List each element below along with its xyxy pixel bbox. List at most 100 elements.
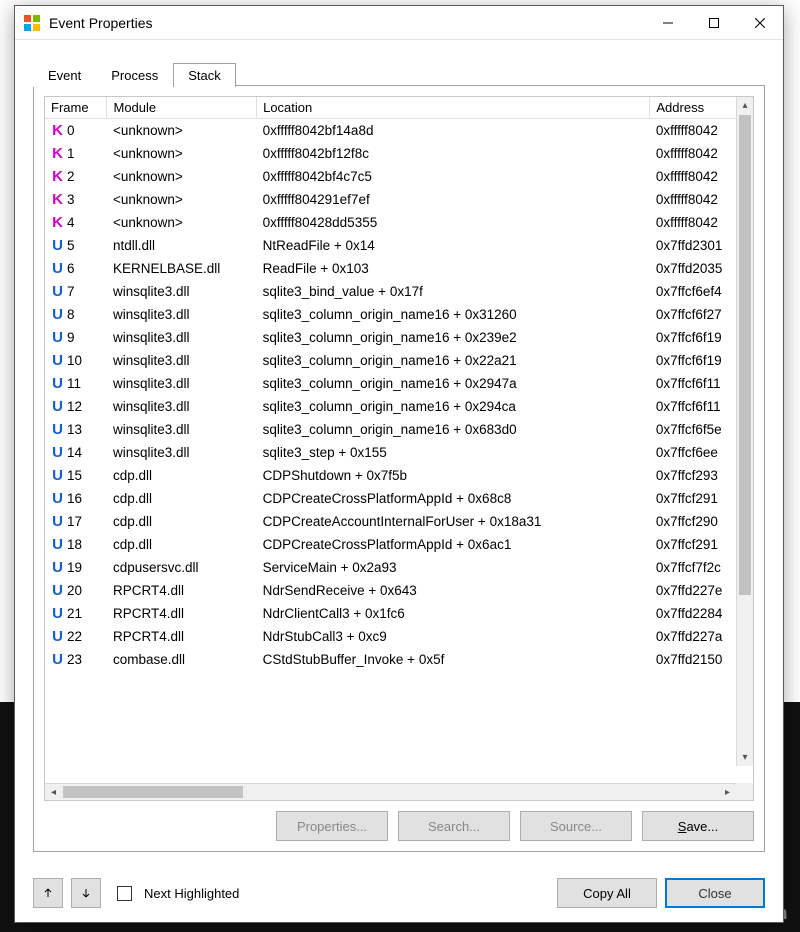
tab-process[interactable]: Process	[96, 63, 173, 87]
location-cell: sqlite3_column_origin_name16 + 0x22a21	[257, 349, 650, 372]
minimize-button[interactable]	[645, 6, 691, 39]
table-row[interactable]: K2<unknown>0xfffff8042bf4c7c50xfffff8042	[45, 165, 753, 188]
kernel-mode-icon: K	[51, 145, 64, 162]
tab-stack[interactable]: Stack	[173, 63, 236, 87]
col-header-frame[interactable]: Frame	[45, 97, 107, 119]
table-row[interactable]: U9winsqlite3.dllsqlite3_column_origin_na…	[45, 326, 753, 349]
table-row[interactable]: U23combase.dllCStdStubBuffer_Invoke + 0x…	[45, 648, 753, 671]
kernel-mode-icon: K	[51, 214, 64, 231]
frame-number: 16	[67, 491, 82, 506]
table-row[interactable]: U15cdp.dllCDPShutdown + 0x7f5b0x7ffcf293	[45, 464, 753, 487]
next-event-button[interactable]	[71, 878, 101, 908]
tab-event[interactable]: Event	[33, 63, 96, 87]
copy-all-button[interactable]: Copy All	[557, 878, 657, 908]
vertical-scrollbar[interactable]: ▴ ▾	[736, 97, 753, 766]
table-row[interactable]: U5ntdll.dllNtReadFile + 0x140x7ffd2301	[45, 234, 753, 257]
col-header-module[interactable]: Module	[107, 97, 257, 119]
table-row[interactable]: U16cdp.dllCDPCreateCrossPlatformAppId + …	[45, 487, 753, 510]
scroll-down-icon[interactable]: ▾	[737, 749, 753, 766]
module-cell: RPCRT4.dll	[107, 602, 257, 625]
scroll-up-icon[interactable]: ▴	[737, 97, 753, 114]
col-header-location[interactable]: Location	[257, 97, 650, 119]
frame-number: 0	[67, 123, 75, 138]
module-cell: winsqlite3.dll	[107, 418, 257, 441]
frame-number: 19	[67, 560, 82, 575]
next-highlighted-checkbox[interactable]	[117, 886, 132, 901]
location-cell: sqlite3_bind_value + 0x17f	[257, 280, 650, 303]
table-row[interactable]: K1<unknown>0xfffff8042bf12f8c0xfffff8042	[45, 142, 753, 165]
module-cell: ntdll.dll	[107, 234, 257, 257]
location-cell: sqlite3_column_origin_name16 + 0x2947a	[257, 372, 650, 395]
frame-number: 18	[67, 537, 82, 552]
hscroll-thumb[interactable]	[63, 786, 243, 798]
user-mode-icon: U	[51, 237, 64, 254]
location-cell: sqlite3_step + 0x155	[257, 441, 650, 464]
table-row[interactable]: U8winsqlite3.dllsqlite3_column_origin_na…	[45, 303, 753, 326]
frame-number: 6	[67, 261, 75, 276]
table-row[interactable]: U10winsqlite3.dllsqlite3_column_origin_n…	[45, 349, 753, 372]
frame-number: 15	[67, 468, 82, 483]
frame-number: 8	[67, 307, 75, 322]
table-row[interactable]: U14winsqlite3.dllsqlite3_step + 0x1550x7…	[45, 441, 753, 464]
frame-number: 14	[67, 445, 82, 460]
table-row[interactable]: U7winsqlite3.dllsqlite3_bind_value + 0x1…	[45, 280, 753, 303]
module-cell: KERNELBASE.dll	[107, 257, 257, 280]
frame-number: 10	[67, 353, 82, 368]
user-mode-icon: U	[51, 582, 64, 599]
user-mode-icon: U	[51, 651, 64, 668]
user-mode-icon: U	[51, 444, 64, 461]
location-cell: sqlite3_column_origin_name16 + 0x294ca	[257, 395, 650, 418]
table-row[interactable]: U17cdp.dllCDPCreateAccountInternalForUse…	[45, 510, 753, 533]
table-row[interactable]: U12winsqlite3.dllsqlite3_column_origin_n…	[45, 395, 753, 418]
module-cell: <unknown>	[107, 119, 257, 143]
frame-number: 12	[67, 399, 82, 414]
location-cell: CDPCreateCrossPlatformAppId + 0x6ac1	[257, 533, 650, 556]
frame-number: 21	[67, 606, 82, 621]
location-cell: CDPShutdown + 0x7f5b	[257, 464, 650, 487]
module-cell: <unknown>	[107, 188, 257, 211]
table-row[interactable]: U22RPCRT4.dllNdrStubCall3 + 0xc90x7ffd22…	[45, 625, 753, 648]
scroll-thumb[interactable]	[739, 115, 751, 595]
stack-tab-panel: Frame Module Location Address K0<unknown…	[33, 85, 765, 852]
search-button: Search...	[398, 811, 510, 841]
save-button[interactable]: Save...	[642, 811, 754, 841]
table-row[interactable]: K0<unknown>0xfffff8042bf14a8d0xfffff8042	[45, 119, 753, 143]
location-cell: NdrSendReceive + 0x643	[257, 579, 650, 602]
table-row[interactable]: K4<unknown>0xfffff80428dd53550xfffff8042	[45, 211, 753, 234]
close-window-button[interactable]	[737, 6, 783, 39]
table-row[interactable]: U13winsqlite3.dllsqlite3_column_origin_n…	[45, 418, 753, 441]
prev-event-button[interactable]	[33, 878, 63, 908]
user-mode-icon: U	[51, 628, 64, 645]
maximize-button[interactable]	[691, 6, 737, 39]
kernel-mode-icon: K	[51, 168, 64, 185]
module-cell: winsqlite3.dll	[107, 349, 257, 372]
tab-strip: Event Process Stack	[33, 58, 765, 86]
frame-number: 22	[67, 629, 82, 644]
user-mode-icon: U	[51, 559, 64, 576]
location-cell: CDPCreateCrossPlatformAppId + 0x68c8	[257, 487, 650, 510]
module-cell: winsqlite3.dll	[107, 326, 257, 349]
scroll-left-icon[interactable]: ◂	[45, 784, 62, 800]
table-row[interactable]: U18cdp.dllCDPCreateCrossPlatformAppId + …	[45, 533, 753, 556]
table-row[interactable]: U19cdpusersvc.dllServiceMain + 0x2a930x7…	[45, 556, 753, 579]
stack-list[interactable]: Frame Module Location Address K0<unknown…	[44, 96, 754, 801]
user-mode-icon: U	[51, 421, 64, 438]
location-cell: 0xfffff804291ef7ef	[257, 188, 650, 211]
kernel-mode-icon: K	[51, 191, 64, 208]
horizontal-scrollbar[interactable]: ◂ ▸	[45, 783, 736, 800]
table-row[interactable]: U6KERNELBASE.dllReadFile + 0x1030x7ffd20…	[45, 257, 753, 280]
scroll-right-icon[interactable]: ▸	[719, 784, 736, 800]
table-row[interactable]: U20RPCRT4.dllNdrSendReceive + 0x6430x7ff…	[45, 579, 753, 602]
titlebar[interactable]: Event Properties	[15, 6, 783, 40]
window-title: Event Properties	[49, 15, 153, 31]
close-button[interactable]: Close	[665, 878, 765, 908]
location-cell: 0xfffff8042bf14a8d	[257, 119, 650, 143]
table-row[interactable]: K3<unknown>0xfffff804291ef7ef0xfffff8042	[45, 188, 753, 211]
scroll-corner	[736, 783, 753, 800]
table-row[interactable]: U11winsqlite3.dllsqlite3_column_origin_n…	[45, 372, 753, 395]
location-cell: sqlite3_column_origin_name16 + 0x239e2	[257, 326, 650, 349]
frame-number: 9	[67, 330, 75, 345]
frame-number: 1	[67, 146, 75, 161]
location-cell: sqlite3_column_origin_name16 + 0x31260	[257, 303, 650, 326]
table-row[interactable]: U21RPCRT4.dllNdrClientCall3 + 0x1fc60x7f…	[45, 602, 753, 625]
